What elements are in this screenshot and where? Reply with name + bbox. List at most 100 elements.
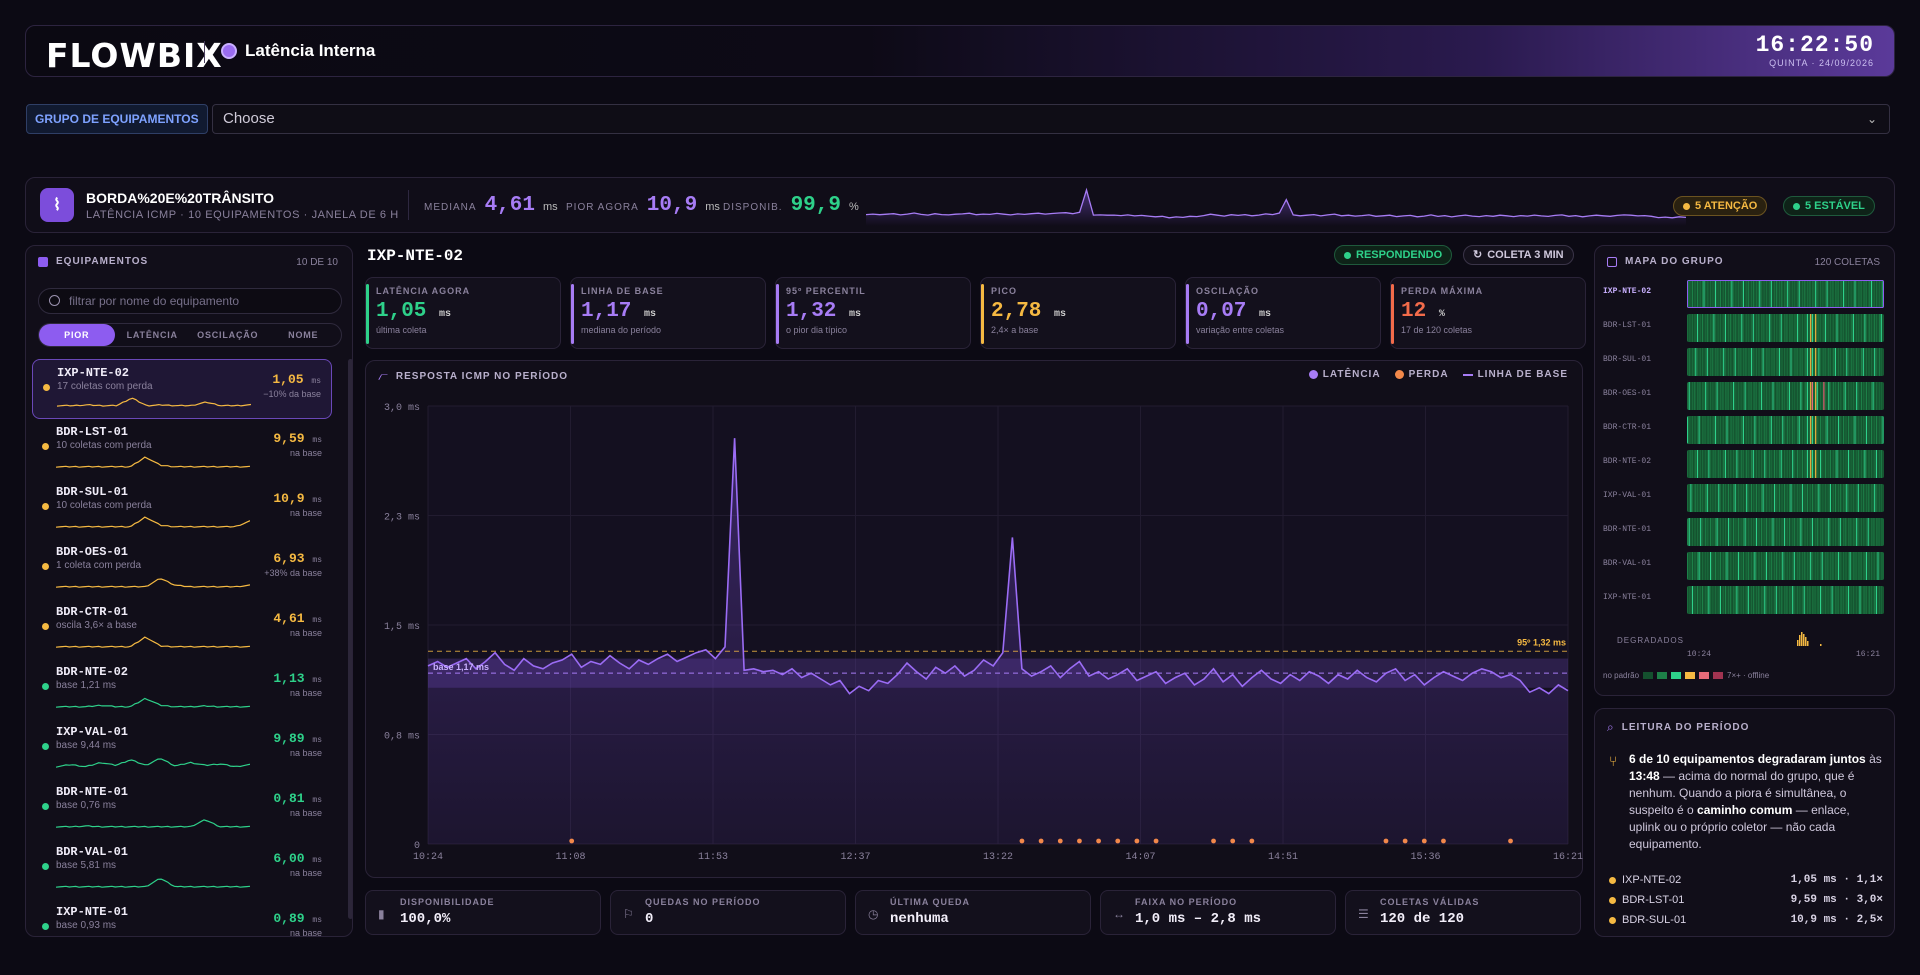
heat-cell	[1833, 518, 1835, 546]
map-row[interactable]: BDR-VAL-01	[1603, 550, 1888, 580]
equipment-item[interactable]: IXP-NTE-01 base 0,93 ms 0,89 ms na base	[32, 899, 332, 936]
heat-cell	[1801, 484, 1804, 512]
heat-cell	[1772, 416, 1774, 444]
heat-cell	[1774, 280, 1776, 308]
heat-cell	[1716, 586, 1718, 614]
heat-cell	[1695, 518, 1697, 546]
heat-cell	[1834, 348, 1836, 376]
map-row[interactable]: BDR-CTR-01	[1603, 414, 1888, 444]
heat-cell	[1716, 348, 1718, 376]
map-row-label: IXP-VAL-01	[1603, 491, 1652, 500]
heat-cell	[1862, 416, 1864, 444]
loss-point	[1211, 838, 1216, 844]
map-row[interactable]: BDR-NTE-02	[1603, 448, 1888, 478]
heat-cell	[1849, 586, 1851, 614]
equipment-item[interactable]: BDR-OES-01 1 coleta com perda 6,93 ms +38% …	[32, 539, 332, 599]
heat-cell	[1847, 348, 1850, 376]
heat-cell	[1751, 484, 1753, 512]
equipment-item[interactable]: BDR-SUL-01 10 coletas com perda 10,9 ms na …	[32, 479, 332, 539]
equipment-value: 1,13 ms	[273, 671, 322, 686]
map-row-heatstrip	[1687, 314, 1884, 342]
heat-cell	[1864, 416, 1866, 444]
status-dot	[1609, 916, 1616, 924]
heat-cell	[1836, 382, 1838, 410]
heat-cell	[1877, 382, 1879, 410]
stable-pill[interactable]: 5 ESTÁVEL	[1783, 196, 1875, 216]
map-row[interactable]: BDR-NTE-01	[1603, 516, 1888, 546]
x-tick-label: 14:07	[1125, 852, 1155, 863]
heat-cell	[1777, 552, 1779, 580]
availability-unit: %	[849, 201, 859, 213]
map-row-label: IXP-NTE-01	[1603, 593, 1652, 602]
interval-badge-label: COLETA 3 MIN	[1487, 249, 1564, 261]
heat-cell	[1764, 450, 1766, 478]
heat-cell	[1754, 416, 1756, 444]
heat-cell	[1872, 382, 1874, 410]
heat-cell	[1734, 450, 1736, 478]
equipment-item[interactable]: BDR-NTE-02 base 1,21 ms 1,13 ms na base	[32, 659, 332, 719]
sort-tab-latencia[interactable]: LATÊNCIA	[115, 324, 191, 346]
map-row[interactable]: IXP-VAL-01	[1603, 482, 1888, 512]
heat-cell	[1749, 416, 1751, 444]
heat-cell	[1700, 484, 1702, 512]
chevron-down-icon: ⌄	[1866, 112, 1877, 126]
y-tick-label: 3,0 ms	[384, 403, 420, 414]
heat-cell	[1752, 280, 1754, 308]
heat-cell	[1714, 280, 1717, 308]
map-row[interactable]: BDR-LST-01	[1603, 312, 1888, 342]
heat-cell	[1857, 484, 1859, 512]
map-row[interactable]: IXP-NTE-02	[1603, 278, 1888, 308]
heat-cell	[1790, 348, 1792, 376]
heat-cell	[1695, 450, 1697, 478]
heat-cell	[1787, 586, 1789, 614]
heat-cell	[1733, 484, 1735, 512]
heat-cell	[1820, 518, 1822, 546]
kpi-accent-bar	[366, 284, 369, 344]
equipment-item[interactable]: IXP-VAL-01 base 9,44 ms 9,89 ms na base	[32, 719, 332, 779]
median-stat: MEDIANA 4,61 ms	[424, 194, 558, 217]
equipment-item[interactable]: BDR-VAL-01 base 5,81 ms 6,00 ms na base	[32, 839, 332, 899]
heat-cell	[1728, 416, 1730, 444]
attention-pill[interactable]: 5 ATENÇÃO	[1673, 196, 1768, 216]
heat-cell	[1805, 416, 1807, 444]
heat-cell	[1797, 450, 1799, 478]
heat-cell	[1854, 552, 1856, 580]
map-row[interactable]: BDR-OES-01	[1603, 380, 1888, 410]
sort-tab-nome[interactable]: NOME	[266, 324, 342, 346]
reading-item[interactable]: BDR-SUL-01 10,9 ms · 2,5×	[1609, 914, 1883, 926]
heat-cell	[1831, 382, 1833, 410]
heat-cell	[1751, 586, 1753, 614]
degraded-bar	[1820, 644, 1822, 646]
reading-item[interactable]: BDR-LST-01 9,59 ms · 3,0×	[1609, 894, 1883, 906]
heat-cell	[1806, 416, 1808, 444]
sort-tab-pior[interactable]: PIOR	[39, 324, 115, 346]
heat-cell	[1783, 586, 1786, 614]
kpi-value: 1,17 ms	[581, 300, 657, 323]
reading-item[interactable]: IXP-NTE-02 1,05 ms · 1,1×	[1609, 874, 1883, 886]
heat-cell	[1826, 280, 1828, 308]
equipment-search-input[interactable]: filtrar por nome do equipamento	[38, 288, 342, 314]
heat-cell	[1752, 314, 1754, 342]
kpi-sub: variação entre coletas	[1196, 325, 1285, 335]
heat-cell	[1739, 518, 1741, 546]
equipment-item[interactable]: BDR-CTR-01 oscila 3,6× a base 4,61 ms na ba…	[32, 599, 332, 659]
heat-cell	[1767, 416, 1769, 444]
map-row[interactable]: IXP-NTE-01	[1603, 584, 1888, 614]
equipment-item[interactable]: BDR-LST-01 10 coletas com perda 9,59 ms na …	[32, 419, 332, 479]
heat-cell	[1774, 586, 1776, 614]
scrollbar[interactable]	[348, 359, 352, 919]
heat-cell	[1833, 586, 1835, 614]
heat-cell	[1772, 450, 1774, 478]
heat-cell	[1711, 382, 1713, 410]
heat-cell	[1793, 484, 1795, 512]
heat-cell	[1760, 586, 1763, 614]
group-select[interactable]: Choose ⌄	[212, 104, 1890, 134]
map-row-heatstrip	[1687, 552, 1884, 580]
equipment-item[interactable]: BDR-NTE-01 base 0,76 ms 0,81 ms na base	[32, 779, 332, 839]
group-name: BORDA%20E%20TRÂNSITO	[86, 190, 275, 206]
sort-tab-oscilacao[interactable]: OSCILAÇÃO	[190, 324, 266, 346]
map-row[interactable]: BDR-SUL-01	[1603, 346, 1888, 376]
equipment-item[interactable]: IXP-NTE-02 17 coletas com perda 1,05 ms −10…	[32, 359, 332, 419]
heat-cell	[1793, 586, 1795, 614]
heat-cell	[1806, 280, 1808, 308]
